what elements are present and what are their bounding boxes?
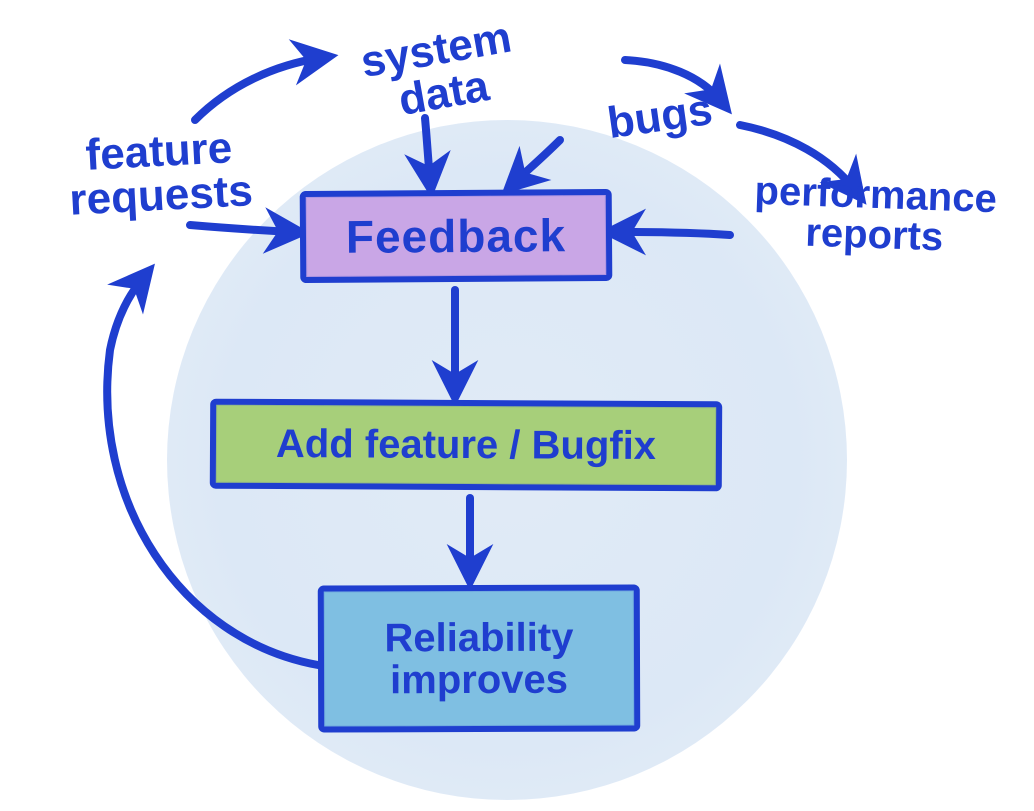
label-performance-reports-text: performancereports [754,169,998,260]
box-reliability-text: Reliabilityimproves [374,612,583,705]
box-add-feature-text: Add feature / Bugfix [266,419,666,471]
diagram-stage: featurerequests systemdata bugs performa… [0,0,1034,811]
arrow-featurerequests-to-systemdata-icon [195,58,320,120]
label-feature-requests: featurerequests [38,124,282,224]
label-bugs-text: bugs [604,85,715,148]
label-system-data-text: systemdata [357,13,515,126]
box-reliability: Reliabilityimproves [318,584,641,732]
label-performance-reports: performancereports [734,170,1017,260]
box-feedback: Feedback [300,189,613,283]
label-feature-requests-text: featurerequests [68,123,254,225]
label-bugs: bugs [588,85,733,148]
box-add-feature: Add feature / Bugfix [210,399,722,492]
box-feedback-text: Feedback [336,207,577,265]
label-system-data: systemdata [304,6,575,138]
